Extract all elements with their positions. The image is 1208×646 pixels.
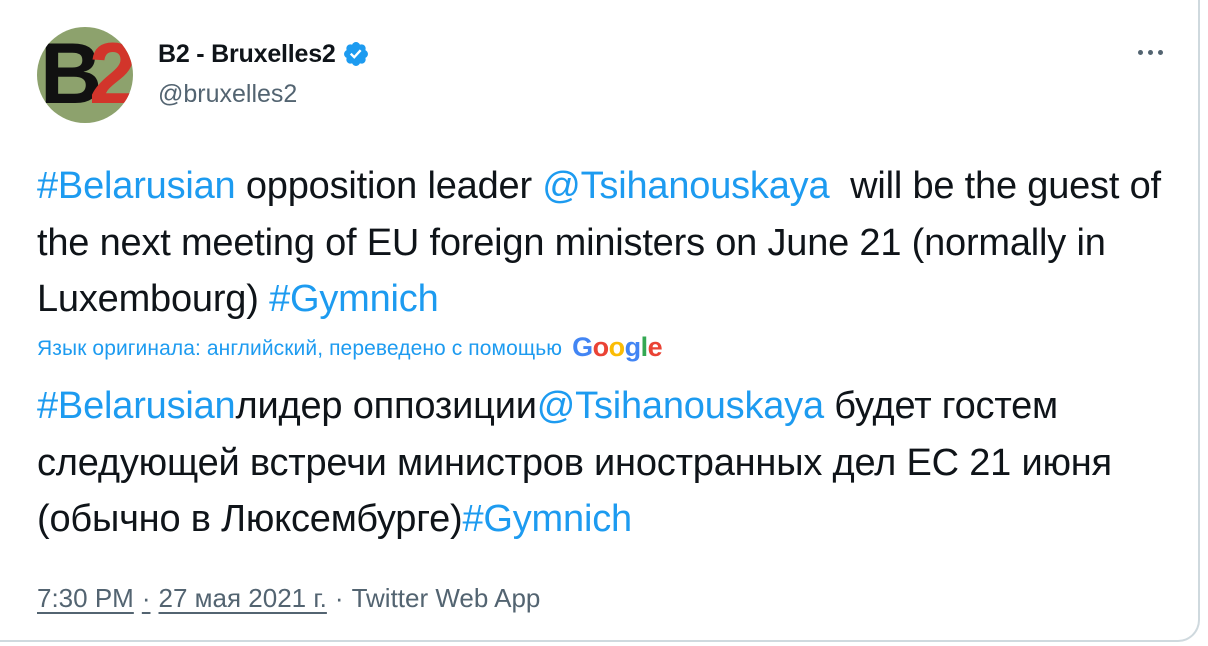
google-logo: Google [572, 331, 663, 362]
author-name-row[interactable]: B2 - Bruxelles2 [158, 37, 370, 71]
separator: · [334, 582, 344, 613]
more-options-button[interactable] [1130, 38, 1170, 66]
hashtag-link[interactable]: #Belarusian [37, 165, 236, 207]
translation-attribution: Язык оригинала: английский, переведено с… [37, 331, 663, 367]
avatar-digit-2: 2 [89, 27, 133, 122]
author-handle[interactable]: @bruxelles2 [158, 80, 297, 109]
tweet-date: 27 мая 2021 г. [158, 582, 327, 613]
hashtag-link[interactable]: #Gymnich [269, 278, 439, 320]
display-name[interactable]: B2 - Bruxelles2 [158, 40, 336, 69]
tweet-card: B 2 B2 - Bruxelles2 @bruxelles2 #Belarus… [0, 0, 1200, 642]
hashtag-link[interactable]: #Gymnich [462, 498, 632, 540]
tweet-time: 7:30 PM [37, 582, 134, 613]
translated-text: #Belarusianлидер оппозиции@Tsihanouskaya… [37, 378, 1187, 548]
more-horizontal-icon [1137, 49, 1163, 55]
separator: · [141, 582, 151, 613]
mention-link[interactable]: @Tsihanouskaya [542, 165, 829, 207]
tweet-text-segment: opposition leader [235, 165, 543, 207]
verified-badge-icon [343, 42, 368, 66]
tweet-source: Twitter Web App [351, 582, 541, 613]
translated-text-segment: лидер оппозиции [235, 385, 537, 427]
avatar[interactable]: B 2 [37, 27, 133, 123]
mention-link[interactable]: @Tsihanouskaya [537, 385, 824, 427]
tweet-meta: 7:30 PM · 27 мая 2021 г. · Twitter Web App [37, 578, 540, 618]
translation-label[interactable]: Язык оригинала: английский, переведено с… [37, 337, 562, 361]
hashtag-link[interactable]: #Belarusian [37, 385, 236, 427]
timestamp-link[interactable]: 7:30 PM · 27 мая 2021 г. [37, 583, 327, 614]
tweet-text: #Belarusian opposition leader @Tsihanous… [37, 158, 1177, 328]
